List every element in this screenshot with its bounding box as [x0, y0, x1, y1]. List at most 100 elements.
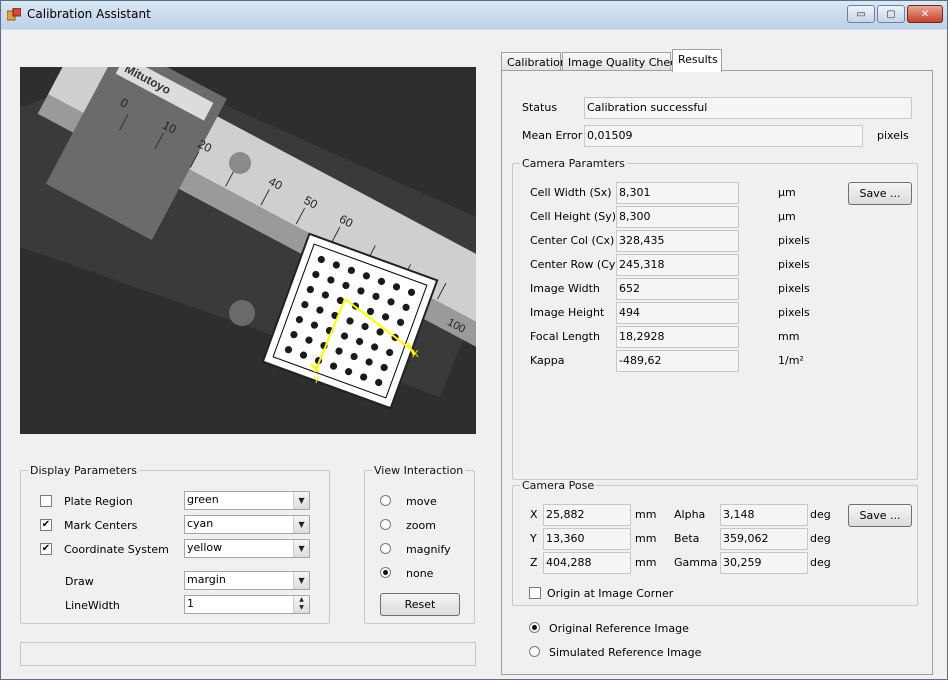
chevron-down-icon: ▼	[293, 572, 309, 589]
original-reference-radio[interactable]	[529, 622, 540, 633]
param-label: Focal Length	[530, 330, 600, 343]
pose-angle-unit: deg	[810, 556, 831, 569]
param-unit: µm	[778, 186, 796, 199]
mean-error-label: Mean Error	[522, 129, 583, 142]
param-value-field: 245,318	[616, 254, 739, 276]
mark-centers-color-select[interactable]: cyan ▼	[184, 515, 310, 534]
coordinate-system-checkbox[interactable]: ✔	[40, 543, 52, 555]
param-value-field: 652	[616, 278, 739, 300]
param-label: Image Width	[530, 282, 600, 295]
window-title: Calibration Assistant	[27, 7, 151, 21]
param-label: Cell Width (Sx)	[530, 186, 612, 199]
chevron-down-icon: ▼	[293, 540, 309, 557]
status-field: Calibration successful	[584, 97, 912, 119]
display-parameters-legend: Display Parameters	[30, 464, 138, 477]
mark-centers-checkbox[interactable]: ✔	[40, 519, 52, 531]
app-window: Calibration Assistant ▭ ▢ ✕ 0 10 20 40 5…	[0, 0, 948, 680]
chevron-down-icon: ▼	[293, 492, 309, 509]
pose-label: X	[530, 508, 538, 521]
pose-angle-field: 30,259	[720, 552, 808, 574]
status-label: Status	[522, 101, 558, 114]
none-label: none	[406, 567, 434, 580]
param-unit: pixels	[778, 306, 810, 319]
spin-arrows-icon[interactable]: ▲ ▼	[293, 596, 309, 613]
mean-error-unit: pixels	[877, 129, 909, 142]
pose-angle-unit: deg	[810, 508, 831, 521]
param-unit: µm	[778, 210, 796, 223]
param-value-field: 328,435	[616, 230, 739, 252]
pose-angle-label: Gamma	[674, 556, 718, 569]
close-button[interactable]: ✕	[907, 5, 943, 23]
view-interaction-legend: View Interaction	[374, 464, 464, 477]
magnify-radio[interactable]	[380, 543, 391, 554]
tab-calibration[interactable]: Calibration	[501, 52, 567, 71]
save-camera-pose-button[interactable]: Save ...	[848, 504, 912, 527]
zoom-radio[interactable]	[380, 519, 391, 530]
maximize-button[interactable]: ▢	[877, 5, 905, 23]
simulated-reference-label: Simulated Reference Image	[549, 646, 702, 659]
linewidth-label: LineWidth	[65, 599, 120, 612]
pose-value-field: 13,360	[543, 528, 631, 550]
param-unit: pixels	[778, 258, 810, 271]
tab-results[interactable]: Results	[672, 49, 722, 72]
camera-parameters-legend: Camera Paramters	[522, 157, 625, 170]
param-value-field: 494	[616, 302, 739, 324]
app-icon	[7, 8, 21, 21]
param-label: Center Col (Cx)	[530, 234, 615, 247]
axis-y-label: Y	[313, 375, 320, 386]
status-bar	[20, 642, 476, 666]
pose-unit: mm	[635, 532, 657, 545]
mark-centers-label: Mark Centers	[64, 519, 138, 532]
close-icon: ✕	[920, 8, 930, 20]
client-area: 0 10 20 30 40 50 60 100 110 Mitutoyo	[5, 30, 943, 676]
move-radio[interactable]	[380, 495, 391, 506]
param-value-field: -489,62	[616, 350, 739, 372]
original-reference-label: Original Reference Image	[549, 622, 689, 635]
coordinate-system-label: Coordinate System	[64, 543, 169, 556]
draw-label: Draw	[65, 575, 94, 588]
pose-label: Y	[530, 532, 537, 545]
mean-error-field: 0,01509	[584, 125, 863, 147]
pose-unit: mm	[635, 556, 657, 569]
param-label: Cell Height (Sy)	[530, 210, 616, 223]
minimize-icon: ▭	[856, 8, 866, 20]
pose-angle-unit: deg	[810, 532, 831, 545]
origin-at-image-corner-label: Origin at Image Corner	[547, 587, 674, 600]
pose-value-field: 404,288	[543, 552, 631, 574]
draw-mode-select[interactable]: margin ▼	[184, 571, 310, 590]
coordinate-system-color-select[interactable]: yellow ▼	[184, 539, 310, 558]
plate-region-label: Plate Region	[64, 495, 133, 508]
simulated-reference-radio[interactable]	[529, 646, 540, 657]
param-unit: 1/m²	[778, 354, 804, 367]
param-label: Image Height	[530, 306, 605, 319]
param-unit: pixels	[778, 234, 810, 247]
pose-angle-field: 359,062	[720, 528, 808, 550]
none-radio[interactable]	[380, 567, 391, 578]
calibration-image: 0 10 20 30 40 50 60 100 110 Mitutoyo	[20, 67, 476, 434]
minimize-button[interactable]: ▭	[847, 5, 875, 23]
camera-pose-legend: Camera Pose	[522, 479, 595, 492]
pose-label: Z	[530, 556, 538, 569]
param-label: Center Row (Cy)	[530, 258, 620, 271]
axis-x-label: X	[412, 349, 419, 360]
param-value-field: 18,2928	[616, 326, 739, 348]
pose-angle-label: Beta	[674, 532, 700, 545]
save-camera-params-button[interactable]: Save ...	[848, 182, 912, 205]
param-value-field: 8,300	[616, 206, 739, 228]
calibration-image-view[interactable]: 0 10 20 30 40 50 60 100 110 Mitutoyo	[20, 67, 476, 434]
plate-region-checkbox[interactable]	[40, 495, 52, 507]
param-unit: pixels	[778, 282, 810, 295]
param-unit: mm	[778, 330, 800, 343]
move-label: move	[406, 495, 437, 508]
pose-value-field: 25,882	[543, 504, 631, 526]
tab-image-quality-check[interactable]: Image Quality Check	[562, 52, 683, 71]
plate-region-color-select[interactable]: green ▼	[184, 491, 310, 510]
param-value-field: 8,301	[616, 182, 739, 204]
reset-button[interactable]: Reset	[380, 593, 460, 616]
results-tab-page: Status Calibration successful Mean Error…	[501, 70, 933, 675]
pose-angle-field: 3,148	[720, 504, 808, 526]
origin-at-image-corner-checkbox[interactable]	[529, 587, 541, 599]
chevron-down-icon: ▼	[293, 516, 309, 533]
magnify-label: magnify	[406, 543, 451, 556]
linewidth-stepper[interactable]: 1 ▲ ▼	[184, 595, 310, 614]
